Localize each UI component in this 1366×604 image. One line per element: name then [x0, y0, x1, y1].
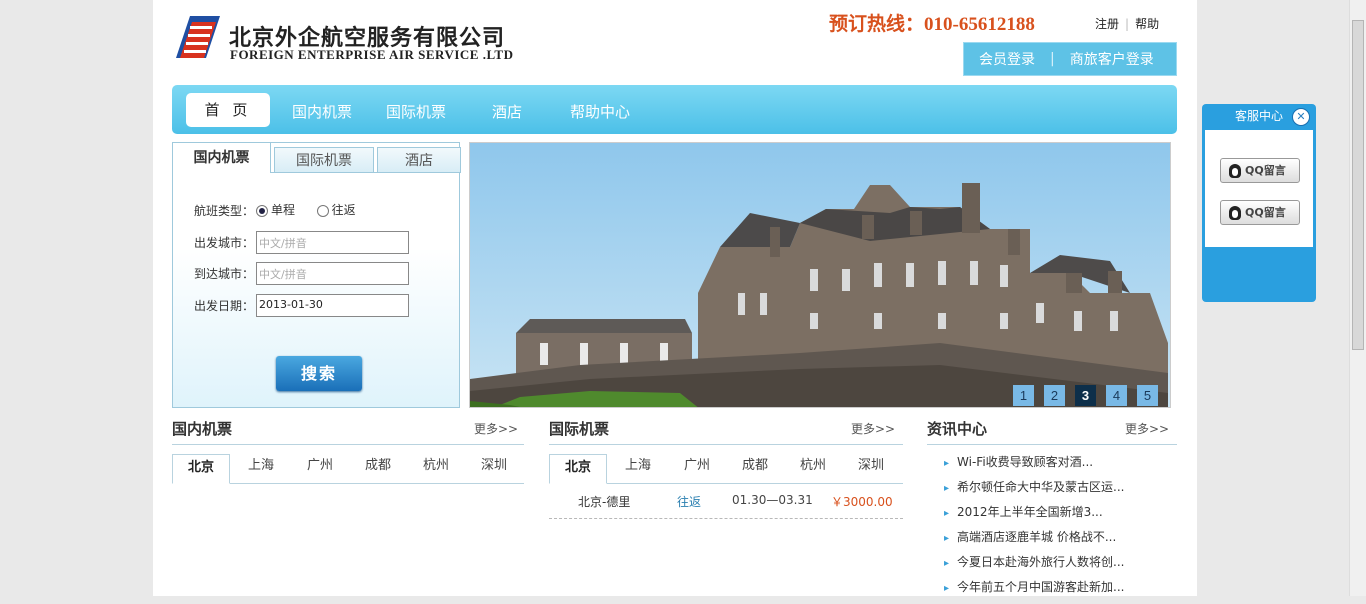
domestic-city-tab[interactable]: 广州	[291, 454, 349, 478]
flight-type-options: 单程 往返	[256, 201, 356, 218]
banner-page-4[interactable]: 4	[1106, 385, 1127, 406]
domestic-section-title: 国内机票	[172, 420, 233, 438]
international-city-tab[interactable]: 上海	[609, 454, 667, 478]
nav-hotels[interactable]: 酒店	[492, 101, 522, 122]
news-item-title: 今夏日本赴海外旅行人数将创...	[957, 555, 1125, 569]
bullet-icon: ▸	[944, 533, 950, 544]
flight-search-panel: 国内机票 国际机票 酒店 航班类型： 单程 往返 出发城市： 中文/拼音 到达城…	[172, 142, 461, 408]
depart-date-label: 出发日期：	[194, 299, 255, 313]
qq-message-button[interactable]: QQ留言	[1220, 200, 1300, 225]
page-scrollbar[interactable]	[1349, 0, 1366, 596]
news-more-link[interactable]: 更多>>	[1125, 420, 1169, 437]
banner-page-5[interactable]: 5	[1137, 385, 1158, 406]
flight-type-label: 航班类型：	[194, 204, 255, 218]
international-city-tab[interactable]: 成都	[726, 454, 784, 478]
business-login-button[interactable]: 商旅客户登录	[1055, 49, 1169, 69]
member-login-button[interactable]: 会员登录	[964, 49, 1050, 69]
divider	[927, 444, 1177, 445]
news-item-title: 高端酒店逐鹿羊城 价格战不...	[957, 530, 1117, 544]
depart-city-input[interactable]: 中文/拼音	[256, 231, 409, 254]
nav-help-center[interactable]: 帮助中心	[570, 101, 630, 122]
customer-service-panel: 客服中心 ✕ QQ留言 QQ留言	[1202, 104, 1316, 302]
page: 北京外企航空服务有限公司 FOREIGN ENTERPRISE AIR SERV…	[153, 0, 1197, 596]
news-item-title: Wi-Fi收费导致顾客对酒...	[957, 455, 1094, 469]
one-way-label: 单程	[271, 203, 296, 217]
international-city-tab[interactable]: 北京	[549, 454, 607, 484]
news-section-title: 资讯中心	[927, 420, 988, 438]
round-trip-radio[interactable]	[316, 204, 329, 217]
deal-trip-type: 往返	[677, 495, 702, 509]
logo-icon[interactable]	[176, 16, 220, 60]
international-city-tabs: 北京 上海 广州 成都 杭州 深圳	[549, 454, 903, 484]
round-trip-label: 往返	[331, 203, 356, 217]
close-icon[interactable]: ✕	[1292, 108, 1310, 126]
deal-price: ￥3000.00	[831, 495, 893, 509]
depart-city-label: 出发城市：	[194, 236, 255, 250]
qq-button-label: QQ留言	[1245, 164, 1286, 177]
tab-international[interactable]: 国际机票	[274, 147, 374, 173]
banner-page-1[interactable]: 1	[1013, 385, 1034, 406]
arrive-city-label: 到达城市：	[194, 267, 255, 281]
domestic-city-tabs: 北京 上海 广州 成都 杭州 深圳	[172, 454, 524, 484]
news-item-title: 希尔顿任命大中华及蒙古区运...	[957, 480, 1125, 494]
help-link[interactable]: 帮助	[1135, 17, 1159, 31]
divider	[172, 444, 524, 445]
depart-date-input[interactable]: 2013-01-30	[256, 294, 409, 317]
domestic-city-tab[interactable]: 成都	[349, 454, 407, 478]
qq-penguin-icon	[1229, 206, 1241, 220]
domestic-city-tab[interactable]: 上海	[232, 454, 290, 478]
international-city-tab[interactable]: 杭州	[784, 454, 842, 478]
news-item-title: 2012年上半年全国新增3...	[957, 505, 1103, 519]
domestic-more-link[interactable]: 更多>>	[474, 420, 518, 437]
banner-page-2[interactable]: 2	[1044, 385, 1065, 406]
search-button[interactable]: 搜索	[276, 356, 362, 391]
bullet-icon: ▸	[944, 483, 950, 494]
arrive-city-input[interactable]: 中文/拼音	[256, 262, 409, 285]
castle-photo	[470, 143, 1170, 407]
list-item[interactable]: ▸ 2012年上半年全国新增3...	[944, 504, 1124, 529]
qq-message-button[interactable]: QQ留言	[1220, 158, 1300, 183]
nav-home[interactable]: 首 页	[186, 93, 270, 127]
tab-hotel[interactable]: 酒店	[377, 147, 461, 173]
divider	[549, 444, 903, 445]
list-item[interactable]: ▸ 今夏日本赴海外旅行人数将创...	[944, 554, 1124, 579]
nav-international-flights[interactable]: 国际机票	[386, 101, 446, 122]
one-way-radio[interactable]	[256, 204, 268, 217]
qq-penguin-icon	[1229, 164, 1241, 178]
list-item[interactable]: 北京-德里 往返 01.30—03.31 ￥3000.00	[549, 490, 903, 519]
list-item[interactable]: ▸ 今年前五个月中国游客赴新加...	[944, 579, 1124, 604]
list-item[interactable]: ▸ 希尔顿任命大中华及蒙古区运...	[944, 479, 1124, 504]
list-item[interactable]: ▸ Wi-Fi收费导致顾客对酒...	[944, 454, 1124, 479]
company-name-en: FOREIGN ENTERPRISE AIR SERVICE .LTD	[230, 47, 514, 62]
deal-route: 北京-德里	[578, 495, 631, 509]
top-links: 注册 | 帮助	[1095, 15, 1159, 32]
banner-page-3[interactable]: 3	[1075, 385, 1096, 406]
news-list: ▸ Wi-Fi收费导致顾客对酒... ▸ 希尔顿任命大中华及蒙古区运... ▸ 201…	[944, 454, 1124, 604]
main-nav: 首 页 国内机票 国际机票 酒店 帮助中心	[172, 85, 1177, 134]
international-city-tab[interactable]: 广州	[668, 454, 726, 478]
bullet-icon: ▸	[944, 558, 950, 569]
scrollbar-thumb[interactable]	[1352, 20, 1364, 350]
login-box: 会员登录 | 商旅客户登录	[963, 42, 1177, 76]
domestic-city-tab[interactable]: 深圳	[465, 454, 523, 478]
domestic-city-tab[interactable]: 杭州	[407, 454, 465, 478]
bullet-icon: ▸	[944, 583, 950, 594]
domestic-city-tab[interactable]: 北京	[172, 454, 230, 484]
bullet-icon: ▸	[944, 458, 950, 469]
international-more-link[interactable]: 更多>>	[851, 420, 895, 437]
service-body: QQ留言 QQ留言	[1205, 130, 1313, 247]
tab-domestic[interactable]: 国内机票	[172, 142, 271, 173]
divider: |	[1125, 17, 1130, 31]
news-item-title: 今年前五个月中国游客赴新加...	[957, 580, 1125, 594]
bullet-icon: ▸	[944, 508, 950, 519]
international-section-title: 国际机票	[549, 420, 610, 438]
deal-dates: 01.30—03.31	[732, 493, 813, 507]
banner-carousel[interactable]: 1 2 3 4 5	[469, 142, 1171, 408]
hotline: 预订热线：010-65612188	[829, 14, 1035, 35]
international-city-tab[interactable]: 深圳	[842, 454, 900, 478]
list-item[interactable]: ▸ 高端酒店逐鹿羊城 价格战不...	[944, 529, 1124, 554]
qq-button-label: QQ留言	[1245, 206, 1286, 219]
register-link[interactable]: 注册	[1095, 17, 1119, 31]
nav-domestic-flights[interactable]: 国内机票	[292, 101, 352, 122]
